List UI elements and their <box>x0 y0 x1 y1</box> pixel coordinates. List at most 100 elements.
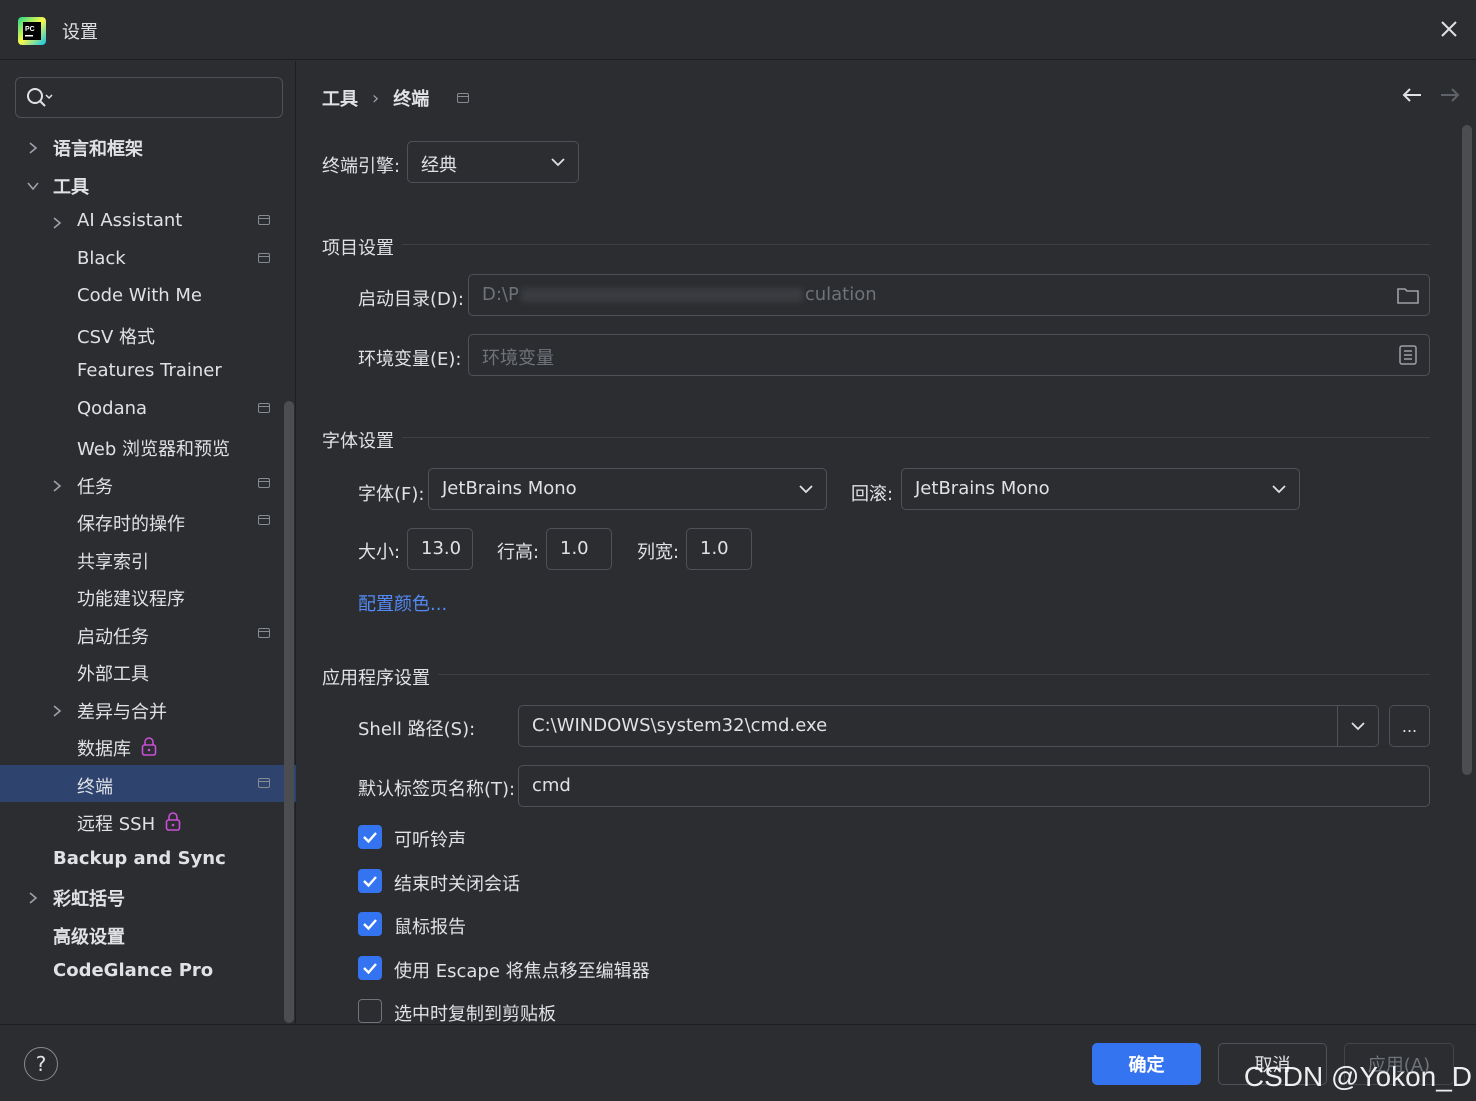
engine-select-value: 经典 <box>421 155 457 176</box>
sidebar-item[interactable]: 外部工具 <box>0 652 282 690</box>
sidebar-item[interactable]: 终端 <box>0 764 296 802</box>
sidebar-item-label: Features Trainer <box>77 360 222 381</box>
checkbox[interactable] <box>358 912 382 936</box>
tab-name-label: 默认标签页名称(T): <box>358 779 516 800</box>
checkbox-label[interactable]: 鼠标报告 <box>394 913 466 939</box>
font-size-input[interactable]: 13.0 <box>407 528 473 570</box>
sidebar-item[interactable]: 任务 <box>0 465 282 503</box>
chevron-right-icon[interactable] <box>50 702 64 717</box>
chevron-right-icon[interactable] <box>50 477 64 492</box>
back-arrow-icon[interactable] <box>1402 87 1422 103</box>
sidebar-scrollbar[interactable] <box>284 401 294 1023</box>
watermark: CSDN @Yokon_D <box>1243 1061 1472 1092</box>
checkbox-label[interactable]: 选中时复制到剪贴板 <box>394 1000 556 1026</box>
project-level-icon <box>258 215 270 225</box>
chevron-right-icon[interactable] <box>50 214 64 229</box>
configure-colors-link[interactable]: 配置颜色... <box>358 590 447 616</box>
checkbox[interactable] <box>358 955 382 980</box>
close-button[interactable] <box>1436 16 1462 42</box>
project-level-icon <box>258 627 270 638</box>
checkmark-icon <box>363 962 377 974</box>
window-title: 设置 <box>62 22 98 43</box>
list-edit-icon[interactable] <box>1399 345 1417 365</box>
combo-divider <box>1337 706 1338 746</box>
sidebar-item[interactable]: 语言和框架 <box>0 127 282 165</box>
blurred-path-segment <box>520 288 803 302</box>
chevron-right-icon[interactable] <box>26 889 40 904</box>
section-divider <box>402 244 1430 245</box>
app-settings-heading: 应用程序设置 <box>322 668 430 689</box>
sidebar-item[interactable]: Features Trainer <box>0 352 282 390</box>
start-dir-input[interactable]: D:\P culation <box>468 274 1430 316</box>
shell-browse-button[interactable]: ... <box>1389 705 1430 747</box>
settings-main-panel: 工具 › 终端 终端引擎: 经典 项目设置 启动目录(D): D:\P culat… <box>297 61 1476 1026</box>
sidebar-item[interactable]: 彩虹括号 <box>0 877 282 915</box>
line-height-input[interactable]: 1.0 <box>546 528 612 570</box>
checkbox-label[interactable]: 结束时关闭会话 <box>394 870 520 896</box>
close-icon[interactable] <box>1440 20 1458 38</box>
sidebar-item[interactable]: 高级设置 <box>0 915 282 953</box>
project-level-icon <box>457 93 470 103</box>
folder-icon[interactable] <box>1397 286 1419 304</box>
sidebar-item[interactable]: Code With Me <box>0 277 282 315</box>
sidebar-item[interactable]: AI Assistant <box>0 202 282 240</box>
forward-arrow-icon[interactable] <box>1440 87 1460 103</box>
sidebar-item-label: 功能建议程序 <box>77 589 185 610</box>
svg-text:PC: PC <box>25 26 35 33</box>
lock-icon <box>141 737 157 762</box>
breadcrumb-parent[interactable]: 工具 <box>322 85 358 111</box>
fallback-font-label: 回滚: <box>851 484 894 505</box>
sidebar-item[interactable]: 保存时的操作 <box>0 502 282 540</box>
sidebar-item[interactable]: 差异与合并 <box>0 690 282 728</box>
engine-select[interactable]: 经典 <box>407 141 579 183</box>
chevron-down-icon[interactable] <box>1351 721 1365 731</box>
line-height-label: 行高: <box>497 542 540 563</box>
checkbox[interactable] <box>358 825 382 849</box>
shell-path-select[interactable]: C:\WINDOWS\system32\cmd.exe <box>518 705 1379 747</box>
main-scrollbar[interactable] <box>1462 125 1472 775</box>
checkbox-label[interactable]: 使用 Escape 将焦点移至编辑器 <box>394 957 650 983</box>
project-level-icon <box>258 515 270 525</box>
sidebar-item[interactable]: 数据库 <box>0 727 282 765</box>
font-select[interactable]: JetBrains Mono <box>428 468 827 510</box>
sidebar-item[interactable]: CSV 格式 <box>0 315 282 353</box>
sidebar-item[interactable]: 工具 <box>0 165 282 203</box>
sidebar-item[interactable]: CodeGlance Pro <box>0 952 282 990</box>
ok-button[interactable]: 确定 <box>1092 1043 1201 1085</box>
start-dir-value: D:\P culation <box>482 284 877 305</box>
sidebar-item[interactable]: 功能建议程序 <box>0 577 282 615</box>
start-dir-label: 启动目录(D): <box>358 289 464 310</box>
sidebar-item-label: Backup and Sync <box>53 847 226 869</box>
sidebar-item-label: Web 浏览器和预览 <box>77 439 230 460</box>
column-width-input[interactable]: 1.0 <box>686 528 752 570</box>
tab-name-input[interactable]: cmd <box>518 765 1430 807</box>
checkbox[interactable] <box>358 868 382 893</box>
checkbox-label[interactable]: 可听铃声 <box>394 826 466 852</box>
sidebar-item[interactable]: Backup and Sync <box>0 840 282 878</box>
breadcrumb: 工具 › 终端 <box>322 85 470 111</box>
sidebar-item-label: 共享索引 <box>77 551 149 573</box>
breadcrumb-current: 终端 <box>393 89 430 110</box>
chevron-right-icon[interactable] <box>26 139 40 154</box>
checkbox[interactable] <box>358 999 382 1023</box>
help-button[interactable]: ? <box>24 1047 58 1081</box>
settings-search-input[interactable] <box>15 77 283 118</box>
sidebar-item-label: 差异与合并 <box>77 701 167 723</box>
font-size-label: 大小: <box>358 542 401 563</box>
sidebar-item[interactable]: Web 浏览器和预览 <box>0 427 282 465</box>
chevron-down-icon[interactable] <box>26 177 40 191</box>
section-divider <box>402 437 1430 438</box>
env-vars-input[interactable]: 环境变量 <box>468 334 1430 376</box>
env-vars-label: 环境变量(E): <box>358 349 462 370</box>
sidebar-item-label: 外部工具 <box>77 664 149 685</box>
font-select-value: JetBrains Mono <box>442 478 577 499</box>
sidebar-item[interactable]: Black <box>0 240 282 278</box>
env-vars-placeholder: 环境变量 <box>482 348 554 369</box>
sidebar-item[interactable]: 启动任务 <box>0 615 282 653</box>
fallback-font-select[interactable]: JetBrains Mono <box>901 468 1300 510</box>
shell-path-value: C:\WINDOWS\system32\cmd.exe <box>532 715 828 736</box>
sidebar-item[interactable]: 远程 SSH <box>0 802 282 840</box>
chevron-down-icon <box>799 485 813 494</box>
sidebar-item[interactable]: Qodana <box>0 390 282 428</box>
sidebar-item[interactable]: 共享索引 <box>0 540 282 578</box>
